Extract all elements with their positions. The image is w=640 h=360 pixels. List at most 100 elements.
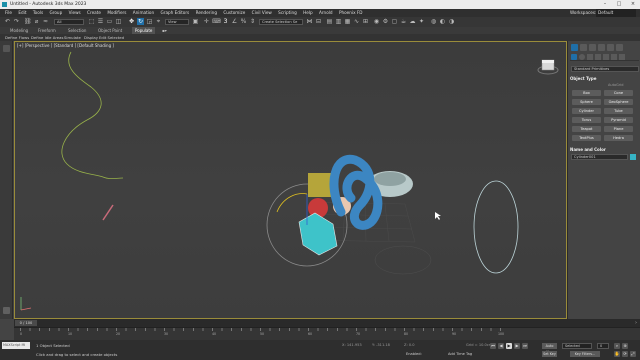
torus-knot-object[interactable] xyxy=(329,154,383,230)
percent-snap-icon[interactable]: % xyxy=(240,18,247,25)
display-button[interactable]: Display xyxy=(84,34,98,41)
ring-shape[interactable] xyxy=(473,180,519,274)
select-by-name-icon[interactable]: ☰ xyxy=(97,18,104,25)
cameras-category-icon[interactable] xyxy=(595,54,601,60)
edit-selected-button[interactable]: Edit Selected xyxy=(99,34,124,41)
zoom-icon[interactable]: ⌕ xyxy=(614,343,620,349)
select-link-icon[interactable]: ⛓ xyxy=(24,18,32,25)
close-button[interactable]: × xyxy=(626,0,640,9)
maximize-button[interactable]: □ xyxy=(612,0,626,9)
menu-tools[interactable]: Tools xyxy=(33,9,43,17)
menu-phoenix-fd[interactable]: Phoenix FD xyxy=(339,9,363,17)
shapes-category-icon[interactable] xyxy=(579,54,585,60)
menu-file[interactable]: File xyxy=(5,9,12,17)
define-idle-areas-button[interactable]: Define Idle Areas xyxy=(31,34,63,41)
menu-animation[interactable]: Animation xyxy=(133,9,154,17)
window-crossing-icon[interactable]: ◫ xyxy=(115,18,122,25)
tab-selection[interactable]: Selection xyxy=(68,27,86,34)
menu-group[interactable]: Group xyxy=(49,9,62,17)
object-type-header[interactable]: Object Type xyxy=(570,76,596,81)
rotate-icon[interactable]: ↻ xyxy=(137,18,144,25)
render-in-cloud-icon[interactable]: ☁ xyxy=(409,18,416,25)
hierarchy-tab-icon[interactable] xyxy=(589,44,596,51)
object-name-field[interactable]: Cylinder001 xyxy=(571,154,628,160)
tab-populate[interactable]: Populate xyxy=(132,27,156,34)
menu-civil-view[interactable]: Civil View xyxy=(252,9,272,17)
move-icon[interactable]: ✥ xyxy=(128,18,135,25)
textplus-button[interactable]: TextPlus xyxy=(572,135,601,141)
line-object[interactable] xyxy=(102,204,114,221)
menu-edit[interactable]: Edit xyxy=(18,9,26,17)
systems-category-icon[interactable] xyxy=(619,54,625,60)
layout-tab-expand-icon[interactable] xyxy=(3,307,10,314)
tab-freeform[interactable]: Freeform xyxy=(38,27,56,34)
material-editor-icon[interactable]: ◉ xyxy=(373,18,380,25)
object-color-swatch[interactable] xyxy=(630,154,636,160)
menu-modifiers[interactable]: Modifiers xyxy=(107,9,126,17)
lights-category-icon[interactable] xyxy=(587,54,593,60)
define-flows-button[interactable]: Define Flows xyxy=(5,34,29,41)
undo-icon[interactable]: ↶ xyxy=(4,18,11,25)
previous-frame-icon[interactable]: ◀ xyxy=(498,343,504,349)
menu-rendering[interactable]: Rendering xyxy=(196,9,217,17)
bind-space-warp-icon[interactable]: ≈ xyxy=(42,18,49,25)
ribbon-options-icon[interactable]: ▪▾ xyxy=(162,27,167,34)
select-manipulate-icon[interactable]: ✛ xyxy=(203,18,210,25)
go-to-end-icon[interactable]: ⏭ xyxy=(522,343,528,349)
cylinder-object[interactable] xyxy=(298,212,338,256)
cone-button[interactable]: Cone xyxy=(604,90,633,96)
snaps-toggle-icon[interactable]: 3 xyxy=(222,18,229,25)
render-setup-icon[interactable]: ⚙ xyxy=(382,18,389,25)
current-frame-field[interactable]: 0 xyxy=(597,343,609,349)
teapot-button[interactable]: Teapot xyxy=(572,126,601,132)
plane-button[interactable]: Plane xyxy=(604,126,633,132)
motion-tab-icon[interactable] xyxy=(598,44,605,51)
workspaces-dropdown[interactable]: Default xyxy=(596,9,636,17)
viewcube-icon[interactable] xyxy=(537,59,559,75)
tube-button[interactable]: Tube xyxy=(604,108,633,114)
menu-scripting[interactable]: Scripting xyxy=(278,9,297,17)
menu-arnold[interactable]: Arnold xyxy=(319,9,333,17)
place-icon[interactable]: ⌖ xyxy=(155,18,162,25)
space-warps-category-icon[interactable] xyxy=(611,54,617,60)
utilities-tab-icon[interactable] xyxy=(616,44,623,51)
hedra-button[interactable]: Hedra xyxy=(604,135,633,141)
set-key-button[interactable]: Set Key xyxy=(542,351,557,357)
render-production-icon[interactable]: ☕ xyxy=(400,18,407,25)
phoenix-source-icon[interactable]: ◑ xyxy=(448,18,455,25)
helpers-category-icon[interactable] xyxy=(603,54,609,60)
menu-customize[interactable]: Customize xyxy=(223,9,245,17)
pivot-center-icon[interactable]: ▣ xyxy=(192,18,199,25)
name-and-color-header[interactable]: Name and Color xyxy=(570,147,606,152)
spinner-snap-icon[interactable]: ⇕ xyxy=(249,18,256,25)
key-mode-dropdown[interactable]: Selected xyxy=(562,343,592,349)
menu-views[interactable]: Views xyxy=(69,9,81,17)
simulate-button[interactable]: Simulate xyxy=(64,34,81,41)
pan-view-icon[interactable]: ✋ xyxy=(614,351,620,357)
play-icon[interactable]: ▶ xyxy=(506,343,512,349)
unlink-icon[interactable]: ⌀ xyxy=(33,18,40,25)
next-frame-icon[interactable]: ▶ xyxy=(514,343,520,349)
curve-editor-icon[interactable]: ∿ xyxy=(353,18,360,25)
modify-tab-icon[interactable] xyxy=(580,44,587,51)
layout-tab-icon[interactable] xyxy=(3,45,10,52)
reference-coordinate-dropdown[interactable]: View xyxy=(165,19,189,25)
select-object-icon[interactable]: ⬚ xyxy=(88,18,95,25)
create-tab-icon[interactable] xyxy=(571,44,578,51)
maximize-viewport-icon[interactable]: ⤢ xyxy=(630,351,636,357)
phoenix-fd-icon[interactable]: ◍ xyxy=(430,18,437,25)
zoom-all-icon[interactable]: ⊕ xyxy=(622,343,628,349)
z-coordinate[interactable]: Z: 0.0 xyxy=(404,343,415,347)
perspective-viewport[interactable]: [+] [Perspective ] [Standard ] [Default … xyxy=(14,41,567,319)
named-selection-sets-dropdown[interactable]: Create Selection Se xyxy=(259,19,303,25)
geometry-category-icon[interactable] xyxy=(571,54,577,60)
tab-modeling[interactable]: Modeling xyxy=(10,27,28,34)
phoenix-liquid-icon[interactable]: ◐ xyxy=(439,18,446,25)
track-bar[interactable]: 0 10 20 30 40 50 60 70 80 90 100 xyxy=(14,327,640,340)
time-slider-next-icon[interactable]: › xyxy=(635,320,637,326)
autogrid-checkbox[interactable]: AutoGrid xyxy=(608,83,623,87)
key-filters-button[interactable]: Key Filters... xyxy=(570,351,600,357)
time-slider[interactable]: 0 / 100 › xyxy=(14,319,640,327)
x-coordinate[interactable]: X: 141.953 xyxy=(342,343,362,347)
torus-button[interactable]: Torus xyxy=(572,117,601,123)
